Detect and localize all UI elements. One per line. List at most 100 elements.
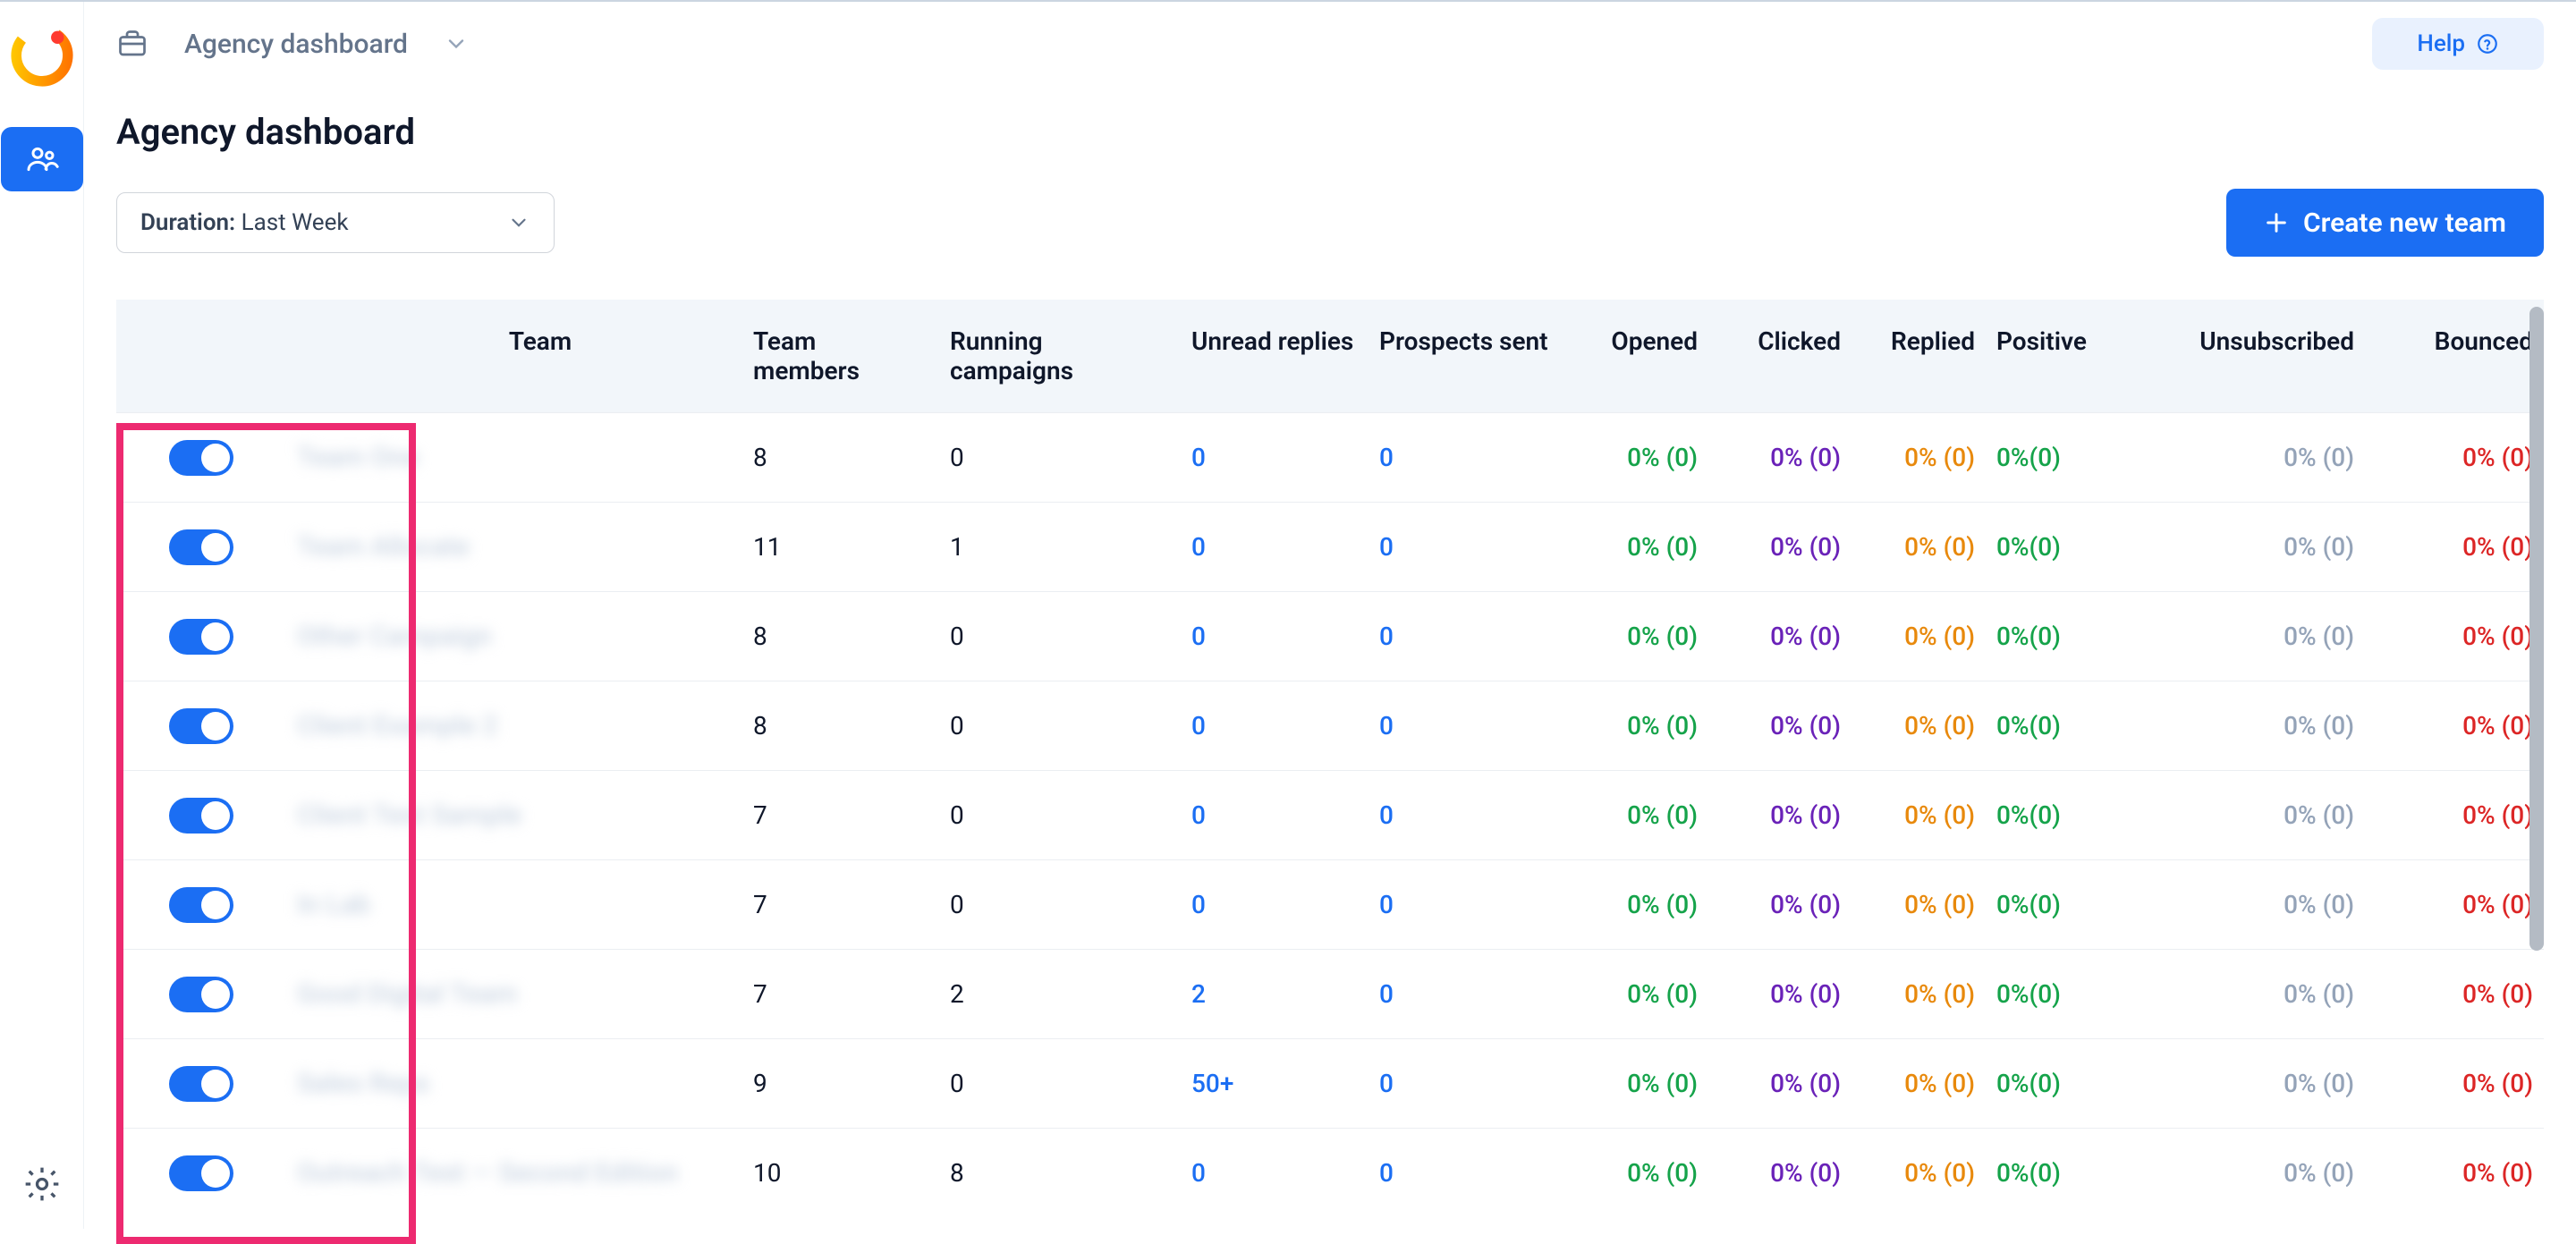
chevron-down-icon: [444, 31, 469, 56]
vertical-scrollbar[interactable]: [2529, 307, 2544, 951]
breadcrumb[interactable]: Agency dashboard: [116, 28, 469, 60]
briefcase-icon: [116, 28, 148, 60]
cell-unread[interactable]: 0: [1181, 711, 1368, 740]
col-replied[interactable]: Replied: [1852, 326, 1986, 385]
cell-bounced: 0% (0): [2365, 532, 2544, 562]
cell-prospects[interactable]: 0: [1368, 979, 1565, 1009]
cell-prospects[interactable]: 0: [1368, 890, 1565, 919]
cell-bounced: 0% (0): [2365, 1069, 2544, 1098]
chevron-down-icon: [507, 211, 530, 234]
col-opened[interactable]: Opened: [1565, 326, 1708, 385]
cell-unread[interactable]: 0: [1181, 890, 1368, 919]
settings-button[interactable]: [19, 1161, 65, 1207]
cell-clicked: 0% (0): [1708, 1158, 1852, 1188]
cell-unsubscribed: 0% (0): [2150, 443, 2365, 472]
table-row: Team Allocate 11 1 0 0 0% (0) 0% (0) 0% …: [116, 502, 2544, 591]
cell-opened: 0% (0): [1565, 979, 1708, 1009]
cell-unread[interactable]: 0: [1181, 443, 1368, 472]
row-toggle[interactable]: [169, 1066, 233, 1102]
cell-clicked: 0% (0): [1708, 890, 1852, 919]
teams-table: Team Team members Running campaigns Unre…: [116, 300, 2544, 1217]
cell-unread[interactable]: 0: [1181, 532, 1368, 562]
row-toggle[interactable]: [169, 1155, 233, 1191]
cell-running: 0: [939, 443, 1181, 472]
col-clicked[interactable]: Clicked: [1708, 326, 1852, 385]
cell-clicked: 0% (0): [1708, 711, 1852, 740]
cell-opened: 0% (0): [1565, 1158, 1708, 1188]
team-name[interactable]: Sales Reps: [297, 1068, 429, 1099]
sidebar: [0, 2, 84, 1229]
row-toggle[interactable]: [169, 977, 233, 1012]
help-button[interactable]: Help: [2372, 18, 2544, 70]
cell-unsubscribed: 0% (0): [2150, 711, 2365, 740]
team-name[interactable]: Client Example 2: [297, 710, 498, 741]
cell-unread[interactable]: 0: [1181, 622, 1368, 651]
cell-running: 0: [939, 890, 1181, 919]
cell-members: 11: [742, 532, 939, 562]
cell-unsubscribed: 0% (0): [2150, 622, 2365, 651]
row-toggle[interactable]: [169, 887, 233, 923]
cell-members: 9: [742, 1069, 939, 1098]
gear-icon: [22, 1164, 62, 1204]
cell-unread[interactable]: 0: [1181, 1158, 1368, 1188]
cell-running: 0: [939, 622, 1181, 651]
cell-opened: 0% (0): [1565, 532, 1708, 562]
cell-unread[interactable]: 2: [1181, 979, 1368, 1009]
table-row: Other Campaign 8 0 0 0 0% (0) 0% (0) 0% …: [116, 591, 2544, 681]
col-running[interactable]: Running campaigns: [939, 326, 1181, 385]
cell-unsubscribed: 0% (0): [2150, 1069, 2365, 1098]
cell-bounced: 0% (0): [2365, 1158, 2544, 1188]
cell-positive: 0%(0): [1986, 1158, 2129, 1188]
cell-prospects[interactable]: 0: [1368, 1069, 1565, 1098]
cell-positive: 0%(0): [1986, 443, 2129, 472]
cell-running: 0: [939, 711, 1181, 740]
cell-running: 2: [939, 979, 1181, 1009]
cell-members: 8: [742, 622, 939, 651]
cell-positive: 0%(0): [1986, 890, 2129, 919]
cell-prospects[interactable]: 0: [1368, 800, 1565, 830]
cell-members: 10: [742, 1158, 939, 1188]
row-toggle[interactable]: [169, 529, 233, 565]
cell-unread[interactable]: 0: [1181, 800, 1368, 830]
team-name[interactable]: Team One: [297, 442, 419, 473]
page-title: Agency dashboard: [116, 111, 2544, 153]
team-name[interactable]: Good Digital Team: [297, 978, 518, 1010]
cell-bounced: 0% (0): [2365, 890, 2544, 919]
team-name[interactable]: Team Allocate: [297, 531, 470, 563]
team-name[interactable]: Client Test Sample: [297, 800, 521, 831]
create-team-button[interactable]: Create new team: [2226, 189, 2544, 257]
row-toggle[interactable]: [169, 798, 233, 834]
cell-running: 0: [939, 800, 1181, 830]
team-name[interactable]: Outreach Test — Second Edition: [297, 1157, 678, 1189]
logo: [10, 23, 74, 88]
cell-prospects[interactable]: 0: [1368, 711, 1565, 740]
col-prospects[interactable]: Prospects sent: [1368, 326, 1565, 385]
duration-select[interactable]: Duration: Last Week: [116, 192, 555, 253]
team-name[interactable]: Other Campaign: [297, 621, 492, 652]
col-team[interactable]: Team: [286, 326, 742, 385]
cell-unread[interactable]: 50+: [1181, 1069, 1368, 1098]
cell-unsubscribed: 0% (0): [2150, 800, 2365, 830]
col-bounced[interactable]: Bounced: [2365, 326, 2544, 385]
row-toggle[interactable]: [169, 440, 233, 476]
cell-opened: 0% (0): [1565, 1069, 1708, 1098]
cell-members: 7: [742, 890, 939, 919]
row-toggle[interactable]: [169, 708, 233, 744]
sidebar-item-teams[interactable]: [1, 127, 83, 191]
col-unsubscribed[interactable]: Unsubscribed: [2150, 326, 2365, 385]
cell-prospects[interactable]: 0: [1368, 443, 1565, 472]
col-unread[interactable]: Unread replies: [1181, 326, 1368, 385]
breadcrumb-title: Agency dashboard: [184, 29, 408, 60]
col-positive[interactable]: Positive: [1986, 326, 2129, 385]
cell-clicked: 0% (0): [1708, 532, 1852, 562]
cell-prospects[interactable]: 0: [1368, 1158, 1565, 1188]
cell-clicked: 0% (0): [1708, 443, 1852, 472]
help-circle-icon: [2476, 32, 2499, 55]
cell-prospects[interactable]: 0: [1368, 622, 1565, 651]
team-name[interactable]: In Lab: [297, 889, 370, 920]
cell-replied: 0% (0): [1852, 979, 1986, 1009]
cell-prospects[interactable]: 0: [1368, 532, 1565, 562]
row-toggle[interactable]: [169, 619, 233, 655]
cell-unsubscribed: 0% (0): [2150, 1158, 2365, 1188]
col-members[interactable]: Team members: [742, 326, 939, 385]
